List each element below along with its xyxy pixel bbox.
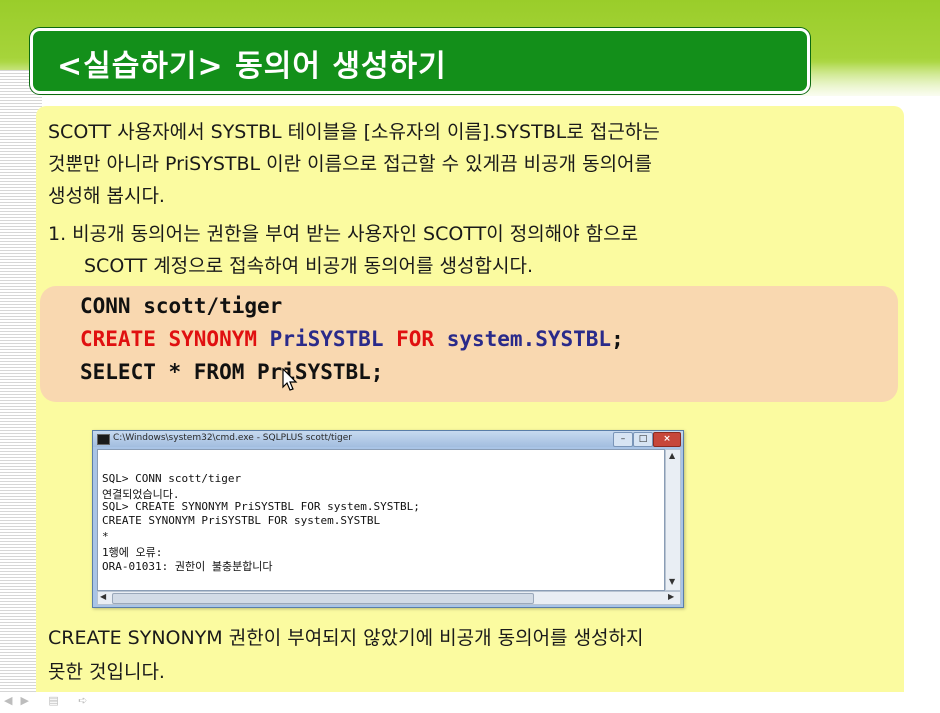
slide-footer [0, 692, 940, 713]
scroll-up-icon[interactable]: ▲ [669, 451, 675, 461]
console-line: SQL> CONN scott/tiger [102, 472, 242, 485]
page-title: <실습하기> 동의어 생성하기 [57, 49, 447, 84]
minimize-button[interactable]: – [613, 432, 633, 447]
console-output[interactable]: SQL> CONN scott/tiger 연결되었습니다. SQL> CREA… [97, 449, 665, 591]
code-target-table: system.SYSTBL [446, 327, 612, 351]
step-1-line-2: SCOTT 계정으로 접속하여 비공개 동의어를 생성합시다. [84, 255, 533, 277]
cmd-app-icon [97, 434, 110, 445]
code-line-create: CREATE SYNONYM PriSYSTBL FOR system.SYST… [80, 327, 624, 351]
intro-line-1: SCOTT 사용자에서 SYSTBL 테이블을 [소유자의 이름].SYSTBL… [48, 121, 660, 143]
console-line: SQL> CREATE SYNONYM PriSYSTBL FOR system… [102, 500, 420, 513]
code-block: CONN scott/tiger CREATE SYNONYM PriSYSTB… [40, 286, 898, 402]
console-line: CREATE SYNONYM PriSYSTBL FOR system.SYST… [102, 514, 381, 527]
console-line: ORA-01031: 권한이 불충분합니다 [102, 560, 273, 573]
scroll-right-icon[interactable]: ▶ [668, 592, 674, 602]
scroll-down-icon[interactable]: ▼ [669, 577, 675, 587]
horizontal-scrollbar[interactable]: ◀ ▶ [97, 591, 681, 605]
maximize-button[interactable]: □ [633, 432, 653, 447]
slide-nav-icons: ◀▶ ▤ ➪ [4, 694, 96, 707]
title-bar: <실습하기> 동의어 생성하기 [30, 28, 810, 94]
code-line-conn: CONN scott/tiger [80, 294, 283, 318]
code-synonym-name: PriSYSTBL [269, 327, 384, 351]
conclusion-line-2: 못한 것입니다. [48, 661, 165, 683]
code-keyword-create-synonym: CREATE SYNONYM [80, 327, 258, 351]
console-window-title: C:\Windows\system32\cmd.exe - SQLPLUS sc… [113, 433, 352, 443]
scroll-left-icon[interactable]: ◀ [100, 592, 106, 602]
conclusion-line-1: CREATE SYNONYM 권한이 부여되지 않았기에 비공개 동의어를 생성… [48, 627, 644, 649]
horizontal-scroll-thumb[interactable] [112, 593, 534, 604]
vertical-scrollbar[interactable]: ▲ ▼ [665, 449, 681, 591]
close-button[interactable]: × [653, 432, 681, 447]
code-keyword-for: FOR [396, 327, 435, 351]
console-title-bar[interactable]: C:\Windows\system32\cmd.exe - SQLPLUS sc… [93, 431, 683, 447]
step-1-line-1: 1. 비공개 동의어는 권한을 부여 받는 사용자인 SCOTT이 정의해야 함… [48, 223, 639, 245]
code-line-select: SELECT * FROM PriSYSTBL; [80, 360, 384, 384]
console-line: * [102, 530, 109, 543]
code-semicolon: ; [611, 327, 624, 351]
intro-line-3: 생성해 봅시다. [48, 185, 165, 207]
intro-line-2: 것뿐만 아니라 PriSYSTBL 이란 이름으로 접근할 수 있게끔 비공개 … [48, 153, 653, 175]
mouse-pointer-icon [282, 368, 298, 391]
console-window: C:\Windows\system32\cmd.exe - SQLPLUS sc… [92, 430, 684, 608]
